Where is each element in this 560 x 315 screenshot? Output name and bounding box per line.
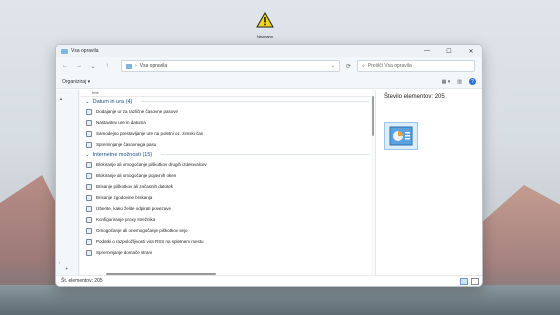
list-item[interactable]: Brisanje zgodovine brskanja	[80, 192, 375, 203]
breadcrumb-current[interactable]: Vsa opravila	[140, 63, 328, 69]
internet-options-icon	[86, 194, 92, 201]
title-bar: Vsa opravila — ☐ ✕	[56, 45, 482, 57]
network-icon[interactable]: ✦	[65, 266, 68, 271]
file-list: Ime ⌄ Datum in ura (4) Dodajanje ur za r…	[80, 90, 375, 275]
group-header-internetne-moznosti[interactable]: ⌄ Internetne možnosti (15)	[80, 150, 375, 159]
clock-icon	[86, 141, 92, 148]
content-area: ▲ › ✦ Ime ⌄ Datum in ura (4) Dodajanje u…	[56, 90, 482, 275]
internet-options-icon	[86, 216, 92, 223]
desktop-water	[0, 285, 560, 315]
status-item-count: Št. elementov: 205	[61, 278, 103, 284]
list-item[interactable]: Podatki o razpoložljivosti vira RSS na s…	[80, 236, 375, 247]
close-button[interactable]: ✕	[460, 45, 482, 57]
list-item[interactable]: Izberite, kako želite odpirati povezave	[80, 203, 375, 214]
list-item[interactable]: Blokiranje ali omogočanje pojavnih oken	[80, 170, 375, 181]
details-pane: Število elementov: 205	[375, 90, 482, 275]
organize-menu[interactable]: Organiziraj ▾	[62, 79, 90, 85]
internet-options-icon	[86, 249, 92, 256]
list-item[interactable]: Dodajanje ur za različne časovne pasove	[80, 106, 375, 117]
folder-icon	[61, 48, 68, 54]
list-item[interactable]: Spreminjanje časovnega pasu	[80, 139, 375, 150]
address-dropdown-button[interactable]: ⌄	[331, 63, 335, 69]
internet-options-icon	[86, 227, 92, 234]
list-item[interactable]: Omogočanje ali onemogočanje piškotkov se…	[80, 225, 375, 236]
desktop-icon[interactable]: Neznano	[248, 11, 282, 39]
command-bar: Organiziraj ▾ ▦ ▾ ▥ ?	[56, 75, 482, 89]
internet-options-icon	[86, 238, 92, 245]
internet-options-icon	[86, 172, 92, 179]
address-bar[interactable]: › Vsa opravila ⌄	[121, 60, 340, 72]
column-header-name[interactable]: Ime	[80, 90, 375, 97]
control-panel-icon	[126, 63, 132, 69]
tiles-view-button[interactable]	[471, 277, 479, 285]
chevron-down-icon: ⌄	[85, 98, 90, 105]
group-header-datum-in-ura[interactable]: ⌄ Datum in ura (4)	[80, 97, 375, 106]
maximize-button[interactable]: ☐	[438, 45, 460, 57]
control-panel-large-icon	[384, 122, 418, 150]
search-icon: ⌕	[362, 63, 365, 69]
list-item[interactable]: Konfiguriranje proxy strežnika	[80, 214, 375, 225]
back-button[interactable]: ←	[61, 63, 69, 69]
forward-button[interactable]: →	[75, 63, 83, 69]
chevron-up-icon[interactable]: ▲	[59, 96, 63, 101]
navigation-bar: ← → ⌄ ↑ › Vsa opravila ⌄ ⟳ ⌕ Preišči Vsa…	[56, 57, 482, 75]
navigation-pane[interactable]: ▲ › ✦	[56, 90, 80, 275]
desktop-icon-label: Neznano	[256, 34, 273, 39]
list-item[interactable]: Brisanje piškotkov ali začasnih datotek	[80, 181, 375, 192]
preview-pane-icon[interactable]: ▥	[457, 79, 462, 85]
vertical-scrollbar-thumb[interactable]	[372, 96, 374, 136]
clock-icon	[86, 130, 92, 137]
group-divider	[141, 101, 369, 102]
group-divider	[161, 154, 369, 155]
refresh-button[interactable]: ⟳	[346, 63, 351, 70]
internet-options-icon	[86, 161, 92, 168]
vertical-scrollbar[interactable]	[371, 90, 375, 275]
status-bar: Št. elementov: 205	[56, 275, 482, 286]
clock-icon	[86, 108, 92, 115]
nav-pane-divider[interactable]	[78, 90, 79, 275]
window-controls: — ☐ ✕	[416, 45, 482, 57]
list-item[interactable]: Blokiranje ali omogočanje piškotkov drug…	[80, 159, 375, 170]
chevron-down-icon: ⌄	[85, 151, 90, 158]
explorer-window: Vsa opravila — ☐ ✕ ← → ⌄ ↑ › Vsa opravil…	[55, 44, 483, 287]
chevron-right-icon[interactable]: ›	[59, 260, 60, 265]
list-item[interactable]: Sprerninjanje domače strani	[80, 247, 375, 258]
list-item[interactable]: Samodejno prestavljanje ure na poletni o…	[80, 128, 375, 139]
internet-options-icon	[86, 183, 92, 190]
internet-options-icon	[86, 205, 92, 212]
details-view-button[interactable]	[460, 277, 468, 285]
details-item-count: Število elementov: 205	[384, 94, 445, 100]
search-input[interactable]: ⌕ Preišči Vsa opravila	[357, 60, 476, 72]
help-icon[interactable]: ?	[469, 78, 476, 85]
breadcrumb-separator: ›	[135, 63, 137, 69]
minimize-button[interactable]: —	[416, 45, 438, 57]
list-item[interactable]: Nastavitev ure in datuma	[80, 117, 375, 128]
view-options-icon[interactable]: ▦ ▾	[442, 79, 451, 85]
recent-dropdown-button[interactable]: ⌄	[89, 63, 97, 70]
warning-icon	[256, 11, 274, 28]
window-title: Vsa opravila	[71, 48, 99, 54]
search-placeholder: Preišči Vsa opravila	[367, 63, 412, 69]
clock-icon	[86, 119, 92, 126]
up-button[interactable]: ↑	[103, 63, 111, 69]
